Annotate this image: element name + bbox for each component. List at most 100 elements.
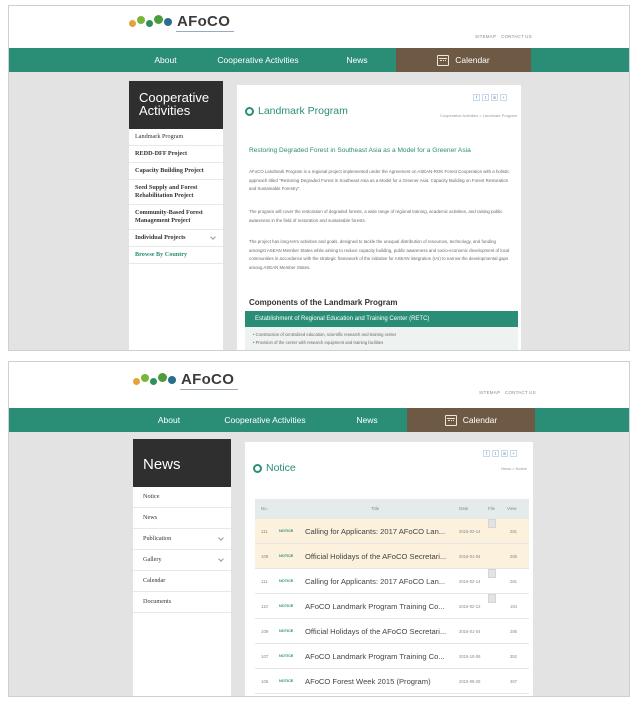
notice-table: No. Title Date File View 111 NOTICE Callin… bbox=[255, 499, 529, 696]
linkedin-icon[interactable]: in bbox=[501, 450, 508, 457]
twitter-icon[interactable]: t bbox=[482, 94, 489, 101]
sidebar-item-gallery[interactable]: Gallery bbox=[133, 550, 231, 571]
afoco-logo[interactable]: AFoCO bbox=[133, 370, 238, 400]
row-views: 352 bbox=[510, 654, 517, 659]
sidebar-item-community-based[interactable]: Community-Based Forest Management Projec… bbox=[129, 205, 223, 230]
page-title: Notice bbox=[253, 462, 296, 474]
sidebar-item-redd-dff-project[interactable]: REDD-DFF Project bbox=[129, 146, 223, 163]
row-title-link[interactable]: Calling for Applicants: 2017 AFoCO Lan..… bbox=[305, 569, 455, 594]
logo-subtitle-line bbox=[176, 31, 234, 36]
bullet-2-text: Provision of the center with research eq… bbox=[255, 340, 384, 345]
row-date: 2015-09-25 bbox=[459, 679, 481, 684]
col-date: Date bbox=[459, 506, 469, 511]
sidebar-item-browse-by-country[interactable]: Browse By Country bbox=[129, 247, 223, 264]
sidebar-item-landmark-program[interactable]: Landmark Program bbox=[129, 129, 223, 146]
table-header: No. Title Date File View bbox=[255, 499, 529, 519]
nav-cooperative-activities[interactable]: Cooperative Activities bbox=[198, 48, 318, 72]
sidebar-item-individual-projects[interactable]: Individual Projects bbox=[129, 230, 223, 247]
article-paragraph-3: The project has long-term activities and… bbox=[249, 239, 510, 270]
main-nav: About Cooperative Activities News Calend… bbox=[9, 48, 629, 72]
row-title-link[interactable]: AFoCO Landmark Program Training Co... bbox=[305, 644, 455, 669]
row-date: 2016-02-14 bbox=[459, 529, 481, 534]
afoco-logo[interactable]: AFoCO bbox=[129, 12, 234, 42]
col-view: View bbox=[507, 506, 517, 511]
table-row[interactable]: 106 NOTICE AFoCO Forest Week 2015 (Program… bbox=[255, 669, 529, 694]
row-number: 109 bbox=[261, 629, 269, 634]
sitemap-link[interactable]: SITEMAP bbox=[479, 390, 500, 395]
sidebar-item-notice[interactable]: Notice bbox=[133, 487, 231, 508]
section-bar[interactable]: Establishment of Regional Education and … bbox=[245, 311, 518, 327]
sidebar: News Notice News Publication Gallery Cal… bbox=[133, 439, 231, 696]
sitemap-link[interactable]: SITEMAP bbox=[475, 34, 496, 39]
sidebar-item-calendar[interactable]: Calendar bbox=[133, 571, 231, 592]
nav-about[interactable]: About bbox=[135, 408, 203, 432]
sidebar-item-documents[interactable]: Documents bbox=[133, 592, 231, 613]
page-title-text: Landmark Program bbox=[258, 105, 348, 117]
notice-badge: NOTICE bbox=[279, 579, 294, 583]
nav-calendar[interactable]: Calendar bbox=[407, 408, 535, 432]
table-row[interactable]: 107 NOTICE AFoCO Landmark Program Training… bbox=[255, 644, 529, 669]
notice-badge: NOTICE bbox=[279, 654, 294, 658]
title-ring-icon bbox=[253, 463, 262, 473]
main-content: Notice f t in + News > Notice No. Title … bbox=[245, 442, 533, 696]
file-attachment-icon[interactable] bbox=[488, 519, 496, 528]
article-headline: Restoring Degraded Forest in Southeast A… bbox=[249, 147, 471, 154]
share-icon[interactable]: + bbox=[500, 94, 507, 101]
contact-us-link[interactable]: CONTACT US bbox=[505, 390, 536, 395]
file-attachment-icon[interactable] bbox=[488, 569, 496, 578]
sidebar-title: News bbox=[143, 456, 181, 473]
sidebar-item-news[interactable]: News bbox=[133, 508, 231, 529]
nav-about[interactable]: About bbox=[133, 48, 198, 72]
nav-calendar-label: Calendar bbox=[462, 415, 498, 425]
table-row[interactable]: 111 NOTICE Calling for Applicants: 2017 AF… bbox=[255, 569, 529, 594]
landmark-program-screenshot: AFoCO SITEMAP CONTACT US About Cooperati… bbox=[8, 5, 630, 351]
title-ring-icon bbox=[245, 106, 254, 116]
row-date: 2015-10-08 bbox=[459, 654, 481, 659]
row-title-link[interactable]: Calling for Applicants: 2017 AFoCO Lan..… bbox=[305, 519, 455, 544]
row-number: 106 bbox=[261, 679, 269, 684]
row-title-link[interactable]: Official Holidays of the AFoCO Secretari… bbox=[305, 619, 455, 644]
section-title: Components of the Landmark Program bbox=[249, 298, 398, 307]
nav-calendar[interactable]: Calendar bbox=[396, 48, 531, 72]
chevron-down-icon bbox=[218, 535, 224, 541]
nav-calendar-label: Calendar bbox=[455, 55, 490, 65]
row-date: 2016-02-14 bbox=[459, 579, 481, 584]
row-title-link[interactable]: AFoCO Landmark Program Training Co... bbox=[305, 594, 455, 619]
news-notice-screenshot: AFoCO SITEMAP CONTACT US About Cooperati… bbox=[8, 361, 630, 697]
linkedin-icon[interactable]: in bbox=[491, 94, 498, 101]
row-date: 2016-01-04 bbox=[459, 554, 481, 559]
sidebar: Cooperative Activities Landmark Program … bbox=[129, 81, 223, 350]
chevron-down-icon bbox=[218, 556, 224, 562]
row-views: 281 bbox=[510, 529, 517, 534]
sidebar-item-seed-supply[interactable]: Seed Supply and Forest Rehabilitation Pr… bbox=[129, 180, 223, 205]
site-header: AFoCO SITEMAP CONTACT US bbox=[9, 6, 629, 48]
twitter-icon[interactable]: t bbox=[492, 450, 499, 457]
table-row[interactable]: 111 NOTICE Calling for Applicants: 2017 AF… bbox=[255, 519, 529, 544]
nav-cooperative-activities[interactable]: Cooperative Activities bbox=[203, 408, 327, 432]
site-header: AFoCO SITEMAP CONTACT US bbox=[9, 362, 629, 408]
sidebar-item-publication[interactable]: Publication bbox=[133, 529, 231, 550]
row-views: 285 bbox=[510, 554, 517, 559]
table-row[interactable]: 109 NOTICE Official Holidays of the AFoCO … bbox=[255, 619, 529, 644]
nav-news[interactable]: News bbox=[318, 48, 396, 72]
row-title-link[interactable]: AFoCO Forest Week 2015 (Program) bbox=[305, 669, 455, 694]
table-row[interactable]: 109 NOTICE Official Holidays of the AFoCO … bbox=[255, 544, 529, 569]
bullet-2: • Provision of the center with research … bbox=[253, 340, 384, 345]
article-paragraph-1: AFoCO Landmark Program is a regional pro… bbox=[249, 169, 510, 192]
row-views: 281 bbox=[510, 579, 517, 584]
sidebar-title-line2: Activities bbox=[139, 103, 191, 118]
row-date: 2016-01-04 bbox=[459, 629, 481, 634]
facebook-icon[interactable]: f bbox=[473, 94, 480, 101]
nav-news[interactable]: News bbox=[327, 408, 407, 432]
share-icon[interactable]: + bbox=[510, 450, 517, 457]
logo-text: AFoCO bbox=[181, 371, 235, 388]
calendar-icon bbox=[437, 54, 450, 66]
row-views: 184 bbox=[510, 604, 517, 609]
contact-us-link[interactable]: CONTACT US bbox=[501, 34, 532, 39]
file-attachment-icon[interactable] bbox=[488, 594, 496, 603]
sidebar-item-capacity-building[interactable]: Capacity Building Project bbox=[129, 163, 223, 180]
table-row[interactable]: 110 NOTICE AFoCO Landmark Program Training… bbox=[255, 594, 529, 619]
facebook-icon[interactable]: f bbox=[483, 450, 490, 457]
row-title-link[interactable]: Official Holidays of the AFoCO Secretari… bbox=[305, 544, 455, 569]
logo-subtitle-line bbox=[180, 389, 238, 394]
